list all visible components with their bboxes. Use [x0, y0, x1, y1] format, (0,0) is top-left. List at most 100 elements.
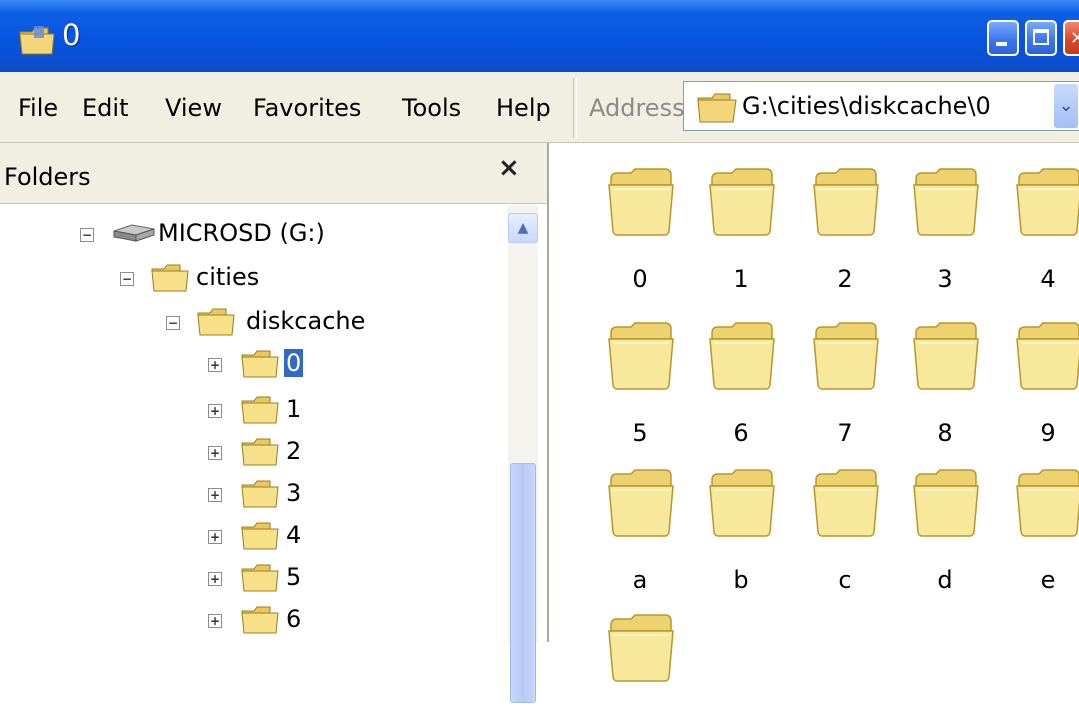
- folder-icon: [1016, 322, 1079, 390]
- file-item-folder[interactable]: 9: [1003, 319, 1079, 447]
- file-item-folder[interactable]: a: [595, 466, 695, 594]
- file-label: 1: [733, 265, 749, 293]
- tree-item-label: 1: [286, 395, 302, 423]
- file-label: 5: [632, 419, 648, 447]
- file-item-folder[interactable]: 0: [595, 165, 695, 293]
- address-dropdown-button[interactable]: ⌄: [1054, 84, 1078, 128]
- maximize-icon: [1033, 29, 1049, 45]
- file-item-folder[interactable]: 4: [1003, 165, 1079, 293]
- scroll-thumb[interactable]: [510, 463, 536, 703]
- file-label: 4: [1040, 265, 1056, 293]
- file-item-folder[interactable]: e: [1003, 466, 1079, 594]
- collapse-icon[interactable]: −: [80, 228, 94, 242]
- tree-item-0[interactable]: + 0: [208, 349, 408, 385]
- file-label: e: [1040, 566, 1056, 594]
- folder-icon: [608, 614, 674, 682]
- folder-icon: [19, 26, 55, 55]
- file-label: 9: [1040, 419, 1056, 447]
- folder-icon: [241, 350, 279, 378]
- folder-icon: [813, 168, 879, 236]
- menu-bar: File Edit View Favorites Tools Help Addr…: [0, 72, 1079, 143]
- folder-icon: [813, 322, 879, 390]
- file-item-folder[interactable]: 7: [800, 319, 900, 447]
- minimize-button[interactable]: [987, 20, 1019, 56]
- tree-item-6[interactable]: + 6: [208, 605, 408, 641]
- minimize-icon: [996, 42, 1007, 46]
- maximize-button[interactable]: [1025, 20, 1057, 56]
- folder-icon: [608, 168, 674, 236]
- folder-icon: [709, 322, 775, 390]
- folders-close-button[interactable]: ×: [498, 153, 520, 183]
- tree-item-5[interactable]: + 5: [208, 563, 408, 599]
- close-button[interactable]: ✕: [1063, 20, 1079, 56]
- tree-item-1[interactable]: + 1: [208, 395, 408, 431]
- tree-item-label: 4: [286, 521, 302, 549]
- expand-icon[interactable]: +: [208, 530, 222, 544]
- folder-icon: [241, 522, 279, 550]
- expand-icon[interactable]: +: [208, 488, 222, 502]
- expand-icon[interactable]: +: [208, 358, 222, 372]
- tree-item-2[interactable]: + 2: [208, 437, 408, 473]
- tree-item-label: diskcache: [246, 307, 366, 335]
- menu-view[interactable]: View: [165, 94, 222, 122]
- file-item-folder[interactable]: 8: [900, 319, 1000, 447]
- file-label: b: [733, 566, 749, 594]
- tree-item-microsd[interactable]: − MICROSD (G:): [80, 219, 380, 255]
- tree-item-label: 5: [286, 563, 302, 591]
- menu-file[interactable]: File: [18, 94, 58, 122]
- tree-item-label: 6: [286, 605, 302, 633]
- file-label: d: [937, 566, 953, 594]
- address-field[interactable]: G:\cities\diskcache\0 ⌄: [683, 81, 1079, 131]
- chevron-up-icon: ▲: [517, 220, 529, 236]
- file-label: 6: [733, 419, 749, 447]
- folder-icon: [1016, 469, 1079, 537]
- folder-icon: [608, 469, 674, 537]
- file-item-folder[interactable]: 3: [900, 165, 1000, 293]
- collapse-icon[interactable]: −: [120, 272, 134, 286]
- file-label: a: [632, 566, 648, 594]
- folder-icon: [709, 469, 775, 537]
- file-item-folder[interactable]: 5: [595, 319, 695, 447]
- folder-icon: [241, 396, 279, 424]
- file-item-folder[interactable]: [595, 611, 695, 721]
- file-item-folder[interactable]: 1: [696, 165, 796, 293]
- folders-scrollbar[interactable]: ▲: [508, 205, 538, 703]
- tree-item-diskcache[interactable]: − diskcache: [166, 307, 466, 343]
- chevron-down-icon: ⌄: [1058, 95, 1074, 116]
- folder-icon: [913, 322, 979, 390]
- collapse-icon[interactable]: −: [166, 316, 180, 330]
- tree-item-cities[interactable]: − cities: [120, 263, 420, 299]
- folder-icon: [1016, 168, 1079, 236]
- file-item-folder[interactable]: b: [696, 466, 796, 594]
- folder-icon: [608, 322, 674, 390]
- folder-icon: [913, 469, 979, 537]
- tree-item-label: 3: [286, 479, 302, 507]
- menu-help[interactable]: Help: [496, 94, 551, 122]
- toolbar-divider: [573, 78, 577, 138]
- file-label: 7: [837, 419, 853, 447]
- expand-icon[interactable]: +: [208, 446, 222, 460]
- file-item-folder[interactable]: 6: [696, 319, 796, 447]
- file-item-folder[interactable]: d: [900, 466, 1000, 594]
- folder-icon: [197, 308, 235, 336]
- folder-icon: [151, 264, 189, 292]
- folder-icon: [241, 606, 279, 634]
- tree-item-label: 2: [286, 437, 302, 465]
- tree-item-3[interactable]: + 3: [208, 479, 408, 515]
- menu-favorites[interactable]: Favorites: [253, 94, 361, 122]
- file-label: c: [838, 566, 852, 594]
- menu-edit[interactable]: Edit: [82, 94, 128, 122]
- menu-tools[interactable]: Tools: [402, 94, 461, 122]
- title-bar[interactable]: 0 ✕: [0, 0, 1079, 72]
- folder-icon: [241, 480, 279, 508]
- expand-icon[interactable]: +: [208, 404, 222, 418]
- folders-header: Folders ×: [0, 143, 547, 204]
- file-label: 0: [632, 265, 648, 293]
- file-item-folder[interactable]: c: [800, 466, 900, 594]
- file-item-folder[interactable]: 2: [800, 165, 900, 293]
- tree-item-4[interactable]: + 4: [208, 521, 408, 557]
- expand-icon[interactable]: +: [208, 572, 222, 586]
- folder-icon: [709, 168, 775, 236]
- expand-icon[interactable]: +: [208, 614, 222, 628]
- scroll-up-button[interactable]: ▲: [508, 213, 538, 243]
